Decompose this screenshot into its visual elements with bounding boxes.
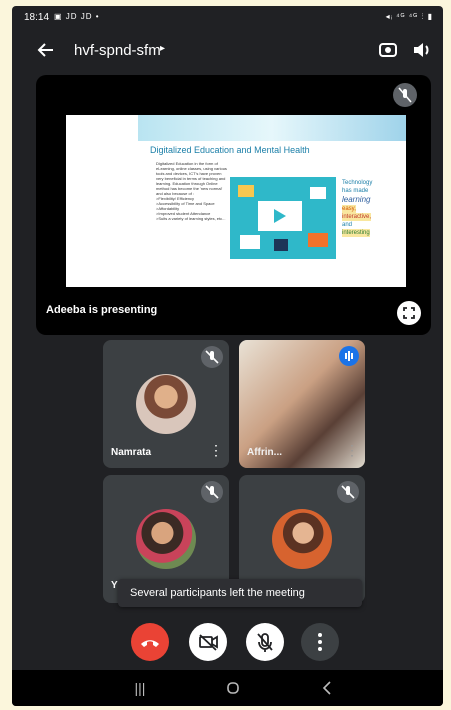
participant-avatar (136, 374, 196, 434)
participant-tile[interactable]: Namrata ⋮ (103, 340, 229, 468)
more-options-icon[interactable]: ⋮ (345, 442, 359, 460)
mic-off-icon (201, 481, 223, 503)
slide-tech-line: Technology (342, 180, 373, 186)
toast-message: Several participants left the meeting (118, 579, 362, 607)
notification-icons: ▣ JD JD • (54, 12, 100, 21)
slide-tech-line: and (342, 222, 353, 228)
meeting-header: hvf-spnd-sfm ▸ (12, 28, 443, 72)
speaking-indicator-icon (339, 346, 359, 366)
mic-toggle-button[interactable] (246, 623, 284, 661)
recents-icon[interactable]: ||| (130, 678, 150, 698)
status-bar: 18:14 ▣ JD JD • ◂ᵢ ⁴ᴳ ⁴ᴳ ⫶ ▮ (12, 6, 443, 28)
slide-tech-line: learning (342, 195, 371, 204)
more-options-button[interactable] (301, 623, 339, 661)
fullscreen-icon[interactable] (397, 301, 421, 325)
slide-title: Digitalized Education and Mental Health (150, 145, 310, 155)
mic-off-icon (393, 83, 417, 107)
participant-name: Namrata (111, 447, 152, 458)
status-time: 18:14 (24, 12, 50, 23)
slide-tech-line: interactive, (342, 213, 372, 221)
meeting-title[interactable]: hvf-spnd-sfm (74, 42, 161, 59)
participant-name: Affrin... (247, 447, 282, 458)
speaker-icon[interactable] (410, 38, 434, 62)
slide-body: Digitalized Education in the form of eLe… (156, 161, 227, 221)
presentation-tile[interactable]: Digitalized Education and Mental Health … (36, 75, 431, 335)
participant-avatar (272, 509, 332, 569)
more-options-icon[interactable]: ⋮ (209, 442, 223, 460)
mic-off-icon (337, 481, 359, 503)
chevron-right-icon[interactable]: ▸ (160, 43, 165, 54)
home-icon[interactable] (223, 678, 243, 698)
shared-slide: Digitalized Education and Mental Health … (66, 115, 406, 287)
slide-technology-text: Technology has made learning easy, inter… (342, 179, 390, 237)
participant-avatar (136, 509, 196, 569)
participant-tile[interactable]: Affrin... ⋮ (239, 340, 365, 468)
elearning-illustration (230, 177, 336, 259)
nav-back-icon[interactable] (318, 678, 338, 698)
mic-off-icon (201, 346, 223, 368)
participant-name: Y (111, 580, 118, 591)
call-controls (12, 617, 443, 671)
presenter-label: Adeeba is presenting (46, 304, 158, 316)
slide-tech-line: interesting (342, 229, 370, 237)
slide-header-wave (138, 115, 406, 141)
android-nav-bar: ||| (12, 670, 443, 706)
camera-switch-icon[interactable] (376, 38, 400, 62)
end-call-button[interactable] (131, 623, 169, 661)
signal-battery-icons: ◂ᵢ ⁴ᴳ ⁴ᴳ ⫶ ▮ (385, 12, 433, 21)
slide-tech-line: easy, (342, 205, 356, 213)
camera-toggle-button[interactable] (189, 623, 227, 661)
slide-tech-line: has made (342, 188, 369, 194)
phone-screen: 18:14 ▣ JD JD • ◂ᵢ ⁴ᴳ ⁴ᴳ ⫶ ▮ hvf-spnd-sf… (12, 6, 443, 706)
back-arrow-icon[interactable] (36, 40, 56, 60)
